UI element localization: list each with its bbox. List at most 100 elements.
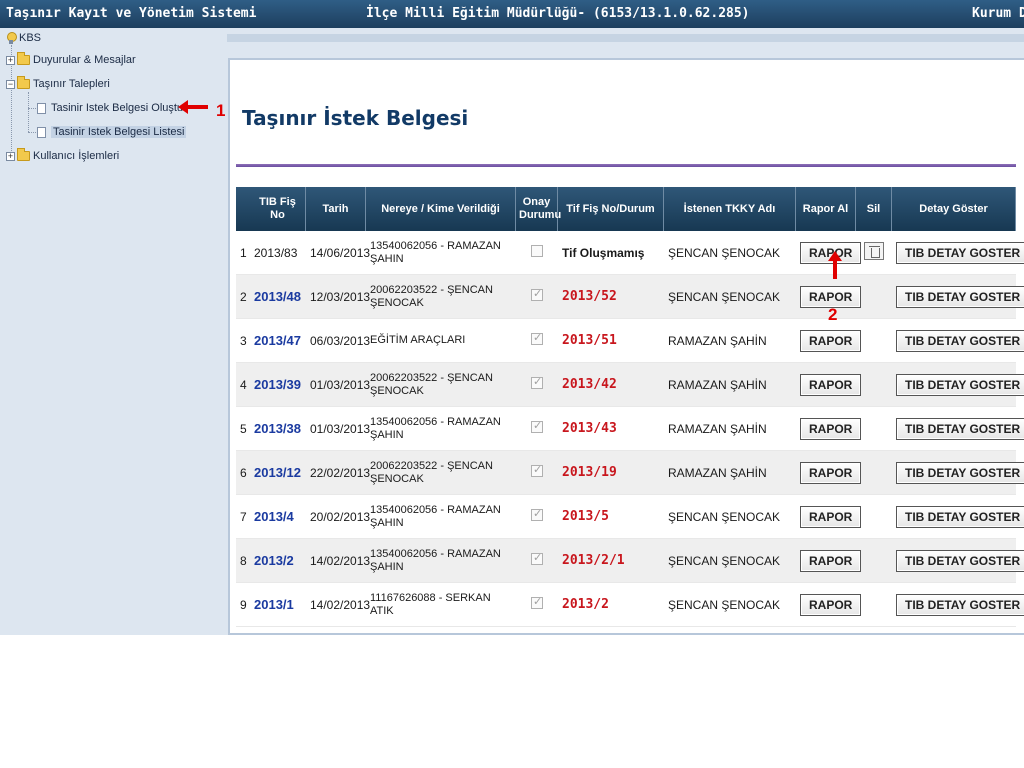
tkky-adi-cell: RAMAZAN ŞAHİN [664, 407, 796, 451]
table-row: 3 2013/47 06/03/2013EĞİTİM ARAÇLARI 2013/51… [236, 319, 1024, 363]
nereye-cell: 20062203522 - ŞENCAN ŞENOCAK [370, 371, 493, 397]
tree-connector [28, 108, 36, 109]
tkky-adi-cell: RAMAZAN ŞAHİN [664, 319, 796, 363]
row-index: 5 [236, 407, 250, 451]
tib-fis-no[interactable]: 2013/12 [254, 465, 301, 480]
nereye-cell: 11167626088 - SERKAN ATIK [370, 591, 491, 617]
rapor-button[interactable]: RAPOR [800, 593, 862, 616]
tarih-cell: 14/02/2013 [306, 539, 370, 583]
table-header-tif-fis-no[interactable]: Tif Fiş No/Durum [558, 187, 664, 231]
sidebar-item-istek-olustur[interactable]: Tasinir Istek Belgesi Oluştur [37, 100, 187, 116]
trash-icon[interactable] [864, 242, 884, 260]
table-row: 1 2013/83 14/06/2013 13540062056 - RAMAZAN … [236, 231, 1024, 275]
table-row: 2 2013/48 12/03/2013 20062203522 - ŞENCAN Ş… [236, 275, 1024, 319]
tkky-adi-cell: ŞENCAN ŞENOCAK [664, 539, 796, 583]
tib-detay-button[interactable]: TIB DETAY GOSTER [896, 241, 1024, 264]
header-right-title: Kurum De [972, 6, 1024, 21]
tib-detay-button[interactable]: TIB DETAY GOSTER [896, 505, 1024, 528]
table-row: 6 2013/12 22/02/2013 20062203522 - ŞENCAN Ş… [236, 451, 1024, 495]
table-row: 8 2013/2 14/02/2013 13540062056 - RAMAZAN Ş… [236, 539, 1024, 583]
tif-fis-no: 2013/42 [562, 377, 617, 392]
tkky-adi-cell: ŞENCAN ŞENOCAK [664, 275, 796, 319]
tib-detay-button[interactable]: TIB DETAY GOSTER [896, 593, 1024, 616]
tif-fis-no: 2013/2/1 [562, 553, 625, 568]
sidebar-item-kullanici-islemleri[interactable]: + Kullanıcı İşlemleri [6, 148, 119, 164]
nereye-cell: 13540062056 - RAMAZAN ŞAHIN [370, 415, 501, 441]
tree-connector [28, 132, 36, 133]
row-index: 3 [236, 319, 250, 363]
table-row: 9 2013/1 14/02/2013 11167626088 - SERKAN AT… [236, 583, 1024, 627]
tib-detay-button[interactable]: TIB DETAY GOSTER [896, 285, 1024, 308]
table-header-tib-fis-no[interactable]: TIB Fiş No [250, 187, 306, 231]
onay-checkbox [531, 287, 543, 301]
rapor-button[interactable]: RAPOR [800, 373, 862, 396]
tkky-adi-cell: RAMAZAN ŞAHİN [664, 363, 796, 407]
kbs-icon [6, 32, 17, 45]
tif-fis-no: Tif Oluşmamış [562, 245, 645, 260]
annotation-number-1: 1 [216, 101, 226, 120]
table-row: 5 2013/38 01/03/2013 13540062056 - RAMAZAN … [236, 407, 1024, 451]
tib-detay-button[interactable]: TIB DETAY GOSTER [896, 417, 1024, 440]
table-header-nereye[interactable]: Nereye / Kime Verildiği [366, 187, 516, 231]
tree-root-kbs[interactable]: KBS [6, 30, 41, 46]
sidebar-item-tasinir-talepleri[interactable]: − Taşınır Talepleri [6, 76, 110, 92]
table-header-rapor-al: Rapor Al [796, 187, 856, 231]
folder-icon [17, 52, 30, 66]
tib-fis-no[interactable]: 2013/4 [254, 509, 294, 524]
tib-detay-button[interactable]: TIB DETAY GOSTER [896, 461, 1024, 484]
tib-fis-no[interactable]: 2013/39 [254, 377, 301, 392]
app-header: Taşınır Kayıt ve Yönetim Sistemi İlçe Mi… [0, 0, 1024, 28]
rapor-button[interactable]: RAPOR [800, 505, 862, 528]
tib-fis-no[interactable]: 2013/47 [254, 333, 301, 348]
tib-fis-no[interactable]: 2013/1 [254, 597, 294, 612]
nereye-cell: 13540062056 - RAMAZAN ŞAHIN [370, 503, 501, 529]
tarih-cell: 06/03/2013 [306, 319, 370, 363]
tarih-cell: 20/02/2013 [306, 495, 370, 539]
table-header-tkky-adi[interactable]: İstenen TKKY Adı [664, 187, 796, 231]
row-index: 7 [236, 495, 250, 539]
row-index: 6 [236, 451, 250, 495]
tib-detay-button[interactable]: TIB DETAY GOSTER [896, 549, 1024, 572]
rapor-button[interactable]: RAPOR [800, 461, 862, 484]
tib-detay-button[interactable]: TIB DETAY GOSTER [896, 329, 1024, 352]
tif-fis-no: 2013/51 [562, 333, 617, 348]
top-strip [227, 34, 1024, 42]
row-index: 9 [236, 583, 250, 627]
arrow-up-icon [826, 250, 844, 283]
tib-fis-no[interactable]: 2013/38 [254, 421, 301, 436]
collapse-icon[interactable]: − [6, 79, 15, 89]
tkky-adi-cell: ŞENCAN ŞENOCAK [664, 231, 796, 275]
folder-open-icon [17, 76, 30, 90]
page-title: Taşınır İstek Belgesi [242, 106, 469, 130]
onay-checkbox [531, 551, 543, 565]
rapor-button[interactable]: RAPOR [800, 549, 862, 572]
tree-root-label: KBS [19, 32, 42, 44]
row-index: 8 [236, 539, 250, 583]
expand-icon[interactable]: + [6, 151, 15, 161]
table-header-tarih[interactable]: Tarih [306, 187, 366, 231]
nereye-cell: 13540062056 - RAMAZAN ŞAHIN [370, 547, 501, 573]
tkky-adi-cell: ŞENCAN ŞENOCAK [664, 583, 796, 627]
tif-fis-no: 2013/19 [562, 465, 617, 480]
nereye-cell: 20062203522 - ŞENCAN ŞENOCAK [370, 283, 493, 309]
annotation-number-2: 2 [828, 305, 838, 324]
tree-connector [28, 92, 29, 132]
rapor-button[interactable]: RAPOR [800, 417, 862, 440]
sidebar-item-duyurular[interactable]: + Duyurular & Mesajlar [6, 52, 136, 68]
expand-icon[interactable]: + [6, 55, 15, 65]
row-index: 1 [236, 231, 250, 275]
tib-fis-no[interactable]: 2013/2 [254, 553, 294, 568]
onay-checkbox [531, 245, 543, 257]
row-index: 2 [236, 275, 250, 319]
tarih-cell: 01/03/2013 [306, 363, 370, 407]
tib-fis-no[interactable]: 2013/48 [254, 289, 301, 304]
sidebar-item-istek-listesi[interactable]: Tasinir Istek Belgesi Listesi [37, 124, 187, 140]
app-title: Taşınır Kayıt ve Yönetim Sistemi [6, 6, 257, 21]
rapor-button[interactable]: RAPOR [800, 329, 862, 352]
tif-fis-no: 2013/52 [562, 289, 617, 304]
table-header-onay-durumu[interactable]: Onay Durumu [516, 187, 561, 231]
onay-checkbox [531, 507, 543, 521]
table-row: 4 2013/39 01/03/2013 20062203522 - ŞENCAN Ş… [236, 363, 1024, 407]
tib-detay-button[interactable]: TIB DETAY GOSTER [896, 373, 1024, 396]
sidebar-item-label: Tasinir Istek Belgesi Oluştur [51, 102, 187, 114]
